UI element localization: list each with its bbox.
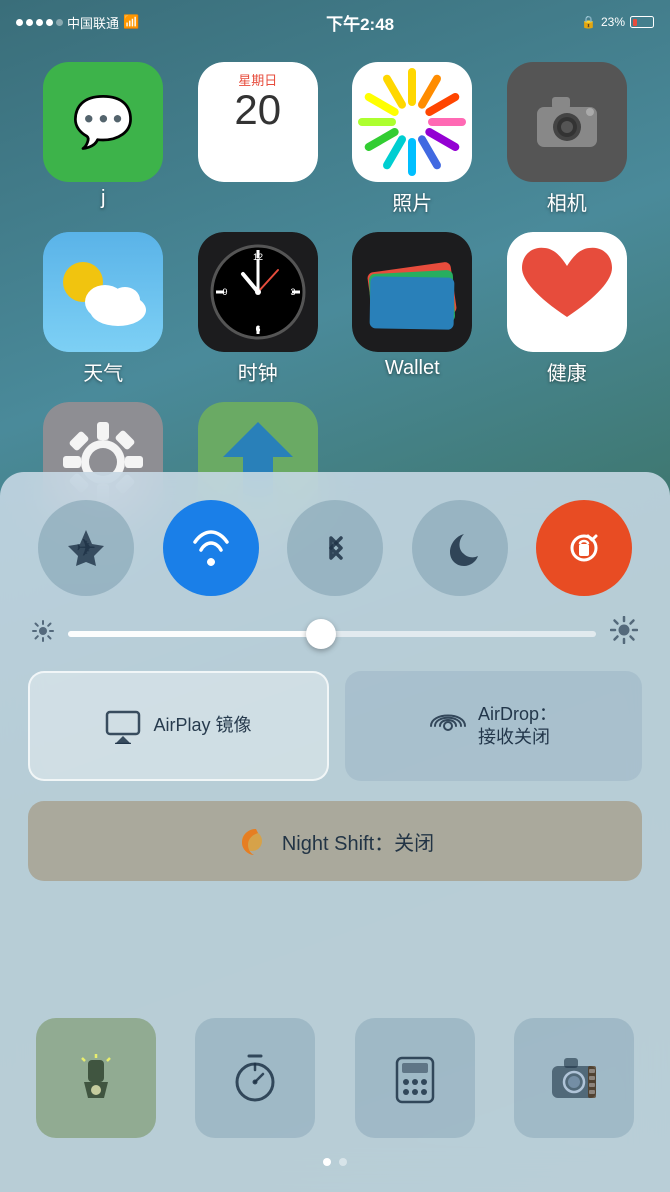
flashlight-btn[interactable] — [36, 1018, 156, 1138]
moon-icon — [438, 526, 482, 570]
tools-row — [28, 1018, 642, 1138]
airplane-mode-btn[interactable]: ✈ — [38, 500, 134, 596]
rotation-lock-btn[interactable] — [536, 500, 632, 596]
brightness-row — [28, 616, 642, 651]
airplay-icon — [105, 708, 141, 744]
timer-icon — [229, 1052, 281, 1104]
sun-small-icon — [32, 620, 54, 642]
wallet-label: Wallet — [385, 357, 440, 380]
calculator-icon — [389, 1052, 441, 1104]
app-health[interactable]: 健康 — [494, 232, 641, 386]
dot4 — [46, 19, 53, 26]
camera-tool-icon — [548, 1052, 600, 1104]
app-weather[interactable]: 天气 — [30, 232, 177, 386]
app-calendar[interactable]: 星期日 20 — [185, 62, 332, 216]
weather-label: 天气 — [83, 357, 123, 386]
rotation-lock-icon — [562, 526, 606, 570]
do-not-disturb-btn[interactable] — [412, 500, 508, 596]
calendar-icon: 星期日 20 — [198, 62, 318, 182]
app-photos[interactable]: 照片 — [339, 62, 486, 216]
carrier-label: 中国联通 — [67, 13, 119, 32]
wifi-status-icon: 📶 — [123, 14, 139, 30]
night-shift-btn[interactable]: Night Shift：关闭 — [28, 801, 642, 881]
cal-date: 20 — [234, 89, 281, 131]
messages-label: j — [101, 187, 105, 210]
app-camera[interactable]: 相机 — [494, 62, 641, 216]
signal-dots — [16, 19, 63, 26]
night-shift-icon — [236, 825, 268, 857]
brightness-thumb[interactable] — [306, 619, 336, 649]
svg-text:3: 3 — [290, 287, 295, 297]
page-dot-2[interactable] — [339, 1158, 347, 1166]
app-messages[interactable]: 💬 j — [30, 62, 177, 216]
health-label: 健康 — [547, 357, 587, 386]
svg-text:✈: ✈ — [76, 535, 96, 562]
airdrop-btn[interactable]: AirDrop： 接收关闭 — [345, 671, 642, 781]
photos-label: 照片 — [392, 187, 432, 216]
battery-percent: 23% — [601, 15, 625, 29]
airplay-label: AirPlay 镜像 — [153, 714, 251, 737]
airdrop-label: AirDrop： 接收关闭 — [478, 703, 557, 750]
photos-icon — [352, 62, 472, 182]
night-shift-label: Night Shift：关闭 — [282, 827, 434, 856]
bluetooth-btn[interactable] — [287, 500, 383, 596]
svg-text:9: 9 — [222, 287, 227, 297]
brightness-max-icon — [610, 616, 638, 651]
page-dots — [28, 1158, 642, 1172]
camera-label: 相机 — [547, 187, 587, 216]
svg-text:6: 6 — [255, 324, 260, 334]
clock-label: 时钟 — [238, 357, 278, 386]
messages-icon: 💬 — [43, 62, 163, 182]
airplane-icon: ✈ — [64, 526, 108, 570]
wifi-icon — [187, 524, 235, 572]
clock-icon: 12 3 6 9 — [198, 232, 318, 352]
lock-icon: 🔒 — [581, 15, 596, 29]
brightness-min-icon — [32, 620, 54, 648]
camera-tool-btn[interactable] — [514, 1018, 634, 1138]
feature-row: AirPlay 镜像 AirDrop： 接收关闭 — [28, 671, 642, 781]
camera-icon — [507, 62, 627, 182]
status-bar: 中国联通 📶 下午2:48 🔒 23% — [0, 0, 670, 44]
calculator-btn[interactable] — [355, 1018, 475, 1138]
weather-icon — [43, 232, 163, 352]
status-left: 中国联通 📶 — [16, 13, 139, 32]
time-display: 下午2:48 — [326, 10, 394, 35]
battery-icon — [630, 16, 654, 28]
dot1 — [16, 19, 23, 26]
timer-btn[interactable] — [195, 1018, 315, 1138]
health-icon — [507, 232, 627, 352]
brightness-track[interactable] — [68, 631, 596, 637]
dot5 — [56, 19, 63, 26]
sun-large-icon — [610, 616, 638, 644]
bluetooth-icon — [313, 526, 357, 570]
airplay-btn[interactable]: AirPlay 镜像 — [28, 671, 329, 781]
flashlight-icon — [70, 1052, 122, 1104]
wallet-icon — [352, 232, 472, 352]
wifi-btn[interactable] — [163, 500, 259, 596]
brightness-fill — [68, 631, 321, 637]
page-dot-1[interactable] — [323, 1158, 331, 1166]
app-wallet[interactable]: Wallet — [339, 232, 486, 386]
toggle-row: ✈ — [28, 500, 642, 596]
battery-fill — [633, 19, 637, 26]
dot3 — [36, 19, 43, 26]
dot2 — [26, 19, 33, 26]
app-clock[interactable]: 12 3 6 9 时钟 — [185, 232, 332, 386]
control-center: ✈ — [0, 472, 670, 1192]
airdrop-icon — [430, 708, 466, 744]
status-right: 🔒 23% — [581, 15, 654, 29]
